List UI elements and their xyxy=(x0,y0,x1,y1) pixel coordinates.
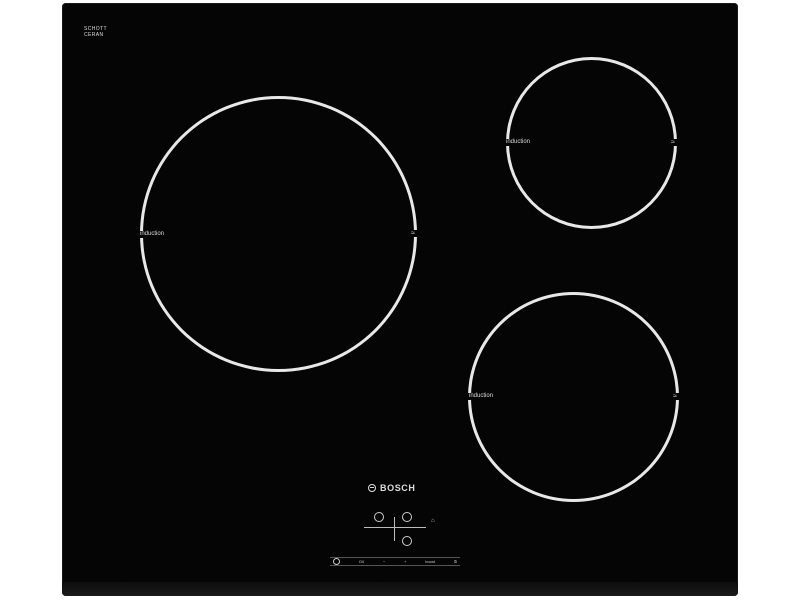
zone-select-large-button[interactable] xyxy=(374,512,384,522)
bosch-logo-icon xyxy=(368,484,376,492)
zone-small-label: induction xyxy=(505,139,532,146)
zone-selector-vdivider xyxy=(394,517,395,541)
glass-brand-mark: SCHOTT CERAN xyxy=(84,26,107,41)
glass-brand-line2: CERAN xyxy=(84,32,104,38)
brand-name: BOSCH xyxy=(380,483,416,493)
cooking-zone-medium[interactable] xyxy=(468,292,679,502)
power-icon[interactable] xyxy=(333,558,340,565)
timer-icon[interactable]: ⏲ xyxy=(454,559,457,564)
zone-medium-chevron-icon: ≈ xyxy=(671,393,679,400)
cooking-zone-small[interactable] xyxy=(506,57,677,229)
zone-large-chevron-icon: ≈ xyxy=(409,230,417,237)
minus-button[interactable]: − xyxy=(383,559,385,564)
brand-logo: BOSCH xyxy=(368,483,416,493)
lock-icon[interactable]: ⌂ xyxy=(431,518,435,524)
zone-medium-label: induction xyxy=(468,393,495,400)
zone-select-small-button[interactable] xyxy=(402,512,412,522)
cooking-zone-large[interactable] xyxy=(140,96,417,372)
cooktop-glass: SCHOTT CERAN induction ≈ induction ≈ ind… xyxy=(62,3,738,596)
cooktop-front-edge xyxy=(62,582,738,596)
zone-selector-divider xyxy=(364,527,426,528)
zone-large-label: induction xyxy=(139,231,166,238)
control-strip: O/I − + boost ⏲ xyxy=(330,557,460,566)
zone-small-chevron-icon: ≈ xyxy=(669,139,677,146)
plus-button[interactable]: + xyxy=(404,559,406,564)
boost-button[interactable]: boost xyxy=(425,559,435,564)
power-button[interactable]: O/I xyxy=(359,559,364,564)
zone-select-medium-button[interactable] xyxy=(402,536,412,546)
